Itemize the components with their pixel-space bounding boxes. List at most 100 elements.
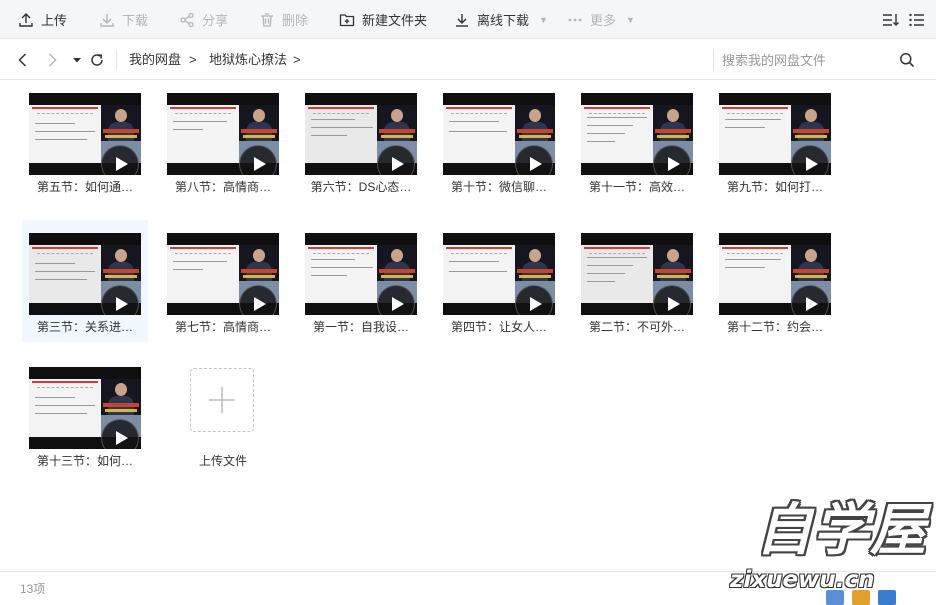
video-thumbnail bbox=[719, 233, 831, 315]
presenter-band bbox=[103, 269, 139, 273]
forward-icon[interactable] bbox=[43, 51, 61, 69]
slide-dash-line bbox=[37, 253, 93, 254]
slide-text-line bbox=[587, 125, 633, 126]
file-name: 第二节：不可外… bbox=[588, 320, 685, 334]
search-icon[interactable] bbox=[899, 52, 915, 68]
share-label: 分享 bbox=[202, 13, 229, 28]
more-button[interactable]: 更多 ▼ bbox=[567, 0, 635, 39]
chevron-down-icon[interactable]: ▼ bbox=[626, 15, 635, 25]
slide-title-line bbox=[308, 107, 374, 109]
delete-button[interactable]: 删除 bbox=[259, 0, 308, 39]
presenter-band bbox=[241, 269, 277, 273]
divider bbox=[116, 50, 117, 70]
play-icon[interactable] bbox=[101, 419, 139, 449]
presenter-head bbox=[253, 109, 265, 122]
presenter-band bbox=[241, 129, 277, 133]
file-name: 第十节：微信聊… bbox=[450, 180, 547, 194]
new-folder-button[interactable]: 新建文件夹 bbox=[339, 0, 427, 39]
slide-text-line bbox=[35, 271, 95, 272]
list-view-icon[interactable] bbox=[908, 11, 926, 29]
file-item[interactable]: 第一节：自我设… bbox=[298, 220, 424, 342]
presenter-head bbox=[805, 109, 817, 122]
upload-icon bbox=[19, 12, 33, 27]
back-icon[interactable] bbox=[14, 51, 32, 69]
trash-icon bbox=[261, 12, 273, 27]
slide-text-line bbox=[725, 259, 781, 260]
play-icon[interactable] bbox=[377, 145, 415, 175]
slide-title-line bbox=[446, 247, 512, 249]
breadcrumb-current-folder[interactable]: 地狱炼心撩法 bbox=[209, 40, 287, 80]
slide-dash-line bbox=[451, 253, 507, 254]
play-icon[interactable] bbox=[239, 145, 277, 175]
play-icon[interactable] bbox=[515, 145, 553, 175]
presenter-head bbox=[805, 249, 817, 262]
slide-text-line bbox=[311, 119, 355, 120]
video-thumbnail bbox=[719, 93, 831, 175]
slide-text-line bbox=[449, 131, 507, 132]
file-item[interactable]: 第十节：微信聊… bbox=[436, 80, 562, 202]
file-item[interactable]: 第十一节：高效… bbox=[574, 80, 700, 202]
video-thumbnail bbox=[305, 93, 417, 175]
history-dropdown-icon[interactable] bbox=[68, 51, 86, 69]
search-input[interactable] bbox=[722, 48, 882, 72]
watermark-decoration bbox=[826, 590, 896, 605]
video-thumbnail bbox=[29, 93, 141, 175]
file-name: 第十二节：约会… bbox=[726, 320, 823, 334]
chevron-down-icon[interactable]: ▼ bbox=[539, 15, 548, 25]
slide-text-line bbox=[449, 261, 499, 262]
presenter-band bbox=[793, 269, 829, 273]
plus-icon[interactable] bbox=[190, 368, 254, 432]
upload-file-tile[interactable]: 上传文件 bbox=[160, 354, 286, 476]
play-icon[interactable] bbox=[377, 285, 415, 315]
slide-title-line bbox=[722, 107, 788, 109]
share-button[interactable]: 分享 bbox=[179, 0, 228, 39]
file-item[interactable]: 第四节：让女人… bbox=[436, 220, 562, 342]
file-item[interactable]: 第五节：如何通… bbox=[22, 80, 148, 202]
slide-text-line bbox=[587, 273, 625, 274]
download-button[interactable]: 下载 bbox=[99, 0, 148, 39]
presenter-head bbox=[391, 109, 403, 122]
file-name: 第九节：如何打… bbox=[726, 180, 823, 194]
file-item[interactable]: 第三节：关系进… bbox=[22, 220, 148, 342]
upload-button[interactable]: 上传 bbox=[18, 0, 67, 39]
file-item[interactable]: 第二节：不可外… bbox=[574, 220, 700, 342]
decor-square bbox=[852, 590, 870, 605]
slide-text-line bbox=[587, 265, 633, 266]
play-icon[interactable] bbox=[653, 145, 691, 175]
presenter-head bbox=[529, 249, 541, 262]
play-icon[interactable] bbox=[791, 285, 829, 315]
navigation-bar: 我的网盘 > 地狱炼心撩法 > bbox=[0, 40, 936, 80]
file-item[interactable]: 第七节：高情商… bbox=[160, 220, 286, 342]
slide-text-line bbox=[173, 121, 227, 122]
more-label: 更多 bbox=[590, 13, 617, 28]
file-name: 第八节：高情商… bbox=[174, 180, 271, 194]
file-item[interactable]: 第十三节：如何… bbox=[22, 354, 148, 476]
slide-text-line bbox=[35, 405, 95, 406]
slide-text-line bbox=[587, 141, 615, 142]
breadcrumb-my-drive[interactable]: 我的网盘 bbox=[129, 40, 181, 80]
presenter-band2 bbox=[243, 275, 275, 278]
play-icon[interactable] bbox=[101, 145, 139, 175]
new-folder-icon bbox=[339, 13, 355, 26]
file-name: 第七节：高情商… bbox=[174, 320, 271, 334]
decor-square bbox=[878, 590, 896, 605]
sort-icon[interactable] bbox=[882, 11, 900, 29]
offline-download-button[interactable]: 离线下载 ▼ bbox=[454, 0, 548, 39]
play-icon[interactable] bbox=[653, 285, 691, 315]
file-item[interactable]: 第六节：DS心态… bbox=[298, 80, 424, 202]
presenter-band2 bbox=[243, 135, 275, 138]
slide-dash-line bbox=[37, 387, 93, 388]
presenter-band2 bbox=[105, 135, 137, 138]
offline-download-icon bbox=[456, 13, 468, 27]
play-icon[interactable] bbox=[101, 285, 139, 315]
file-item[interactable]: 第十二节：约会… bbox=[712, 220, 838, 342]
play-icon[interactable] bbox=[791, 145, 829, 175]
refresh-icon[interactable] bbox=[88, 51, 106, 69]
file-item[interactable]: 第九节：如何打… bbox=[712, 80, 838, 202]
play-icon[interactable] bbox=[239, 285, 277, 315]
play-icon[interactable] bbox=[515, 285, 553, 315]
watermark-logo: 自学屋 bbox=[756, 497, 927, 563]
file-item[interactable]: 第八节：高情商… bbox=[160, 80, 286, 202]
offline-download-label: 离线下载 bbox=[477, 13, 530, 28]
presenter-band2 bbox=[519, 275, 551, 278]
